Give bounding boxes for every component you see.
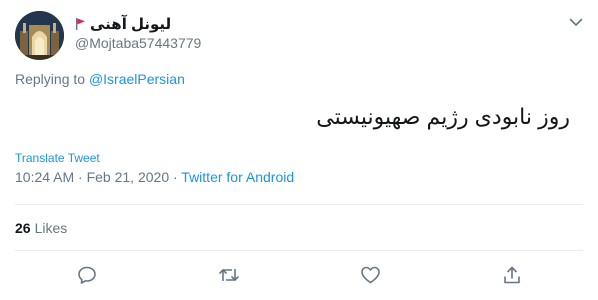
likes-label: Likes: [34, 220, 68, 236]
author-handle[interactable]: @Mojtaba57443779: [75, 35, 201, 51]
share-icon: [504, 266, 520, 284]
tweet-source-link[interactable]: Twitter for Android: [181, 169, 294, 185]
reply-mention-link[interactable]: @IsraelPersian: [89, 71, 185, 87]
translate-tweet-link[interactable]: Translate Tweet: [15, 151, 100, 165]
reply-context: Replying to @IsraelPersian: [15, 71, 185, 87]
likes-stat[interactable]: 26 Likes: [15, 220, 67, 236]
tweet-timestamp[interactable]: 10:24 AM · Feb 21, 2020 ·: [15, 169, 181, 185]
likes-count: 26: [15, 220, 31, 236]
red-flag-icon: [76, 18, 85, 30]
avatar[interactable]: [15, 11, 64, 60]
tweet-metadata: 10:24 AM · Feb 21, 2020 · Twitter for An…: [15, 169, 294, 185]
retweet-button[interactable]: [218, 264, 240, 286]
share-button[interactable]: [501, 264, 523, 286]
reply-button[interactable]: [76, 264, 98, 286]
chevron-down-icon: [569, 18, 583, 26]
author-name[interactable]: لیونل آهنی: [75, 14, 171, 34]
retweet-icon: [219, 269, 239, 281]
like-button[interactable]: [359, 264, 381, 286]
author-display-name: لیونل آهنی: [90, 16, 172, 33]
reply-prefix: Replying to: [15, 71, 86, 87]
divider: [15, 250, 583, 251]
reply-icon: [78, 266, 96, 284]
tweet-text: روز نابودی رژیم صهیونیستی: [316, 104, 570, 129]
like-icon: [360, 266, 380, 284]
avatar-image: [15, 11, 64, 60]
divider: [15, 204, 583, 205]
more-options-button[interactable]: [566, 12, 586, 32]
